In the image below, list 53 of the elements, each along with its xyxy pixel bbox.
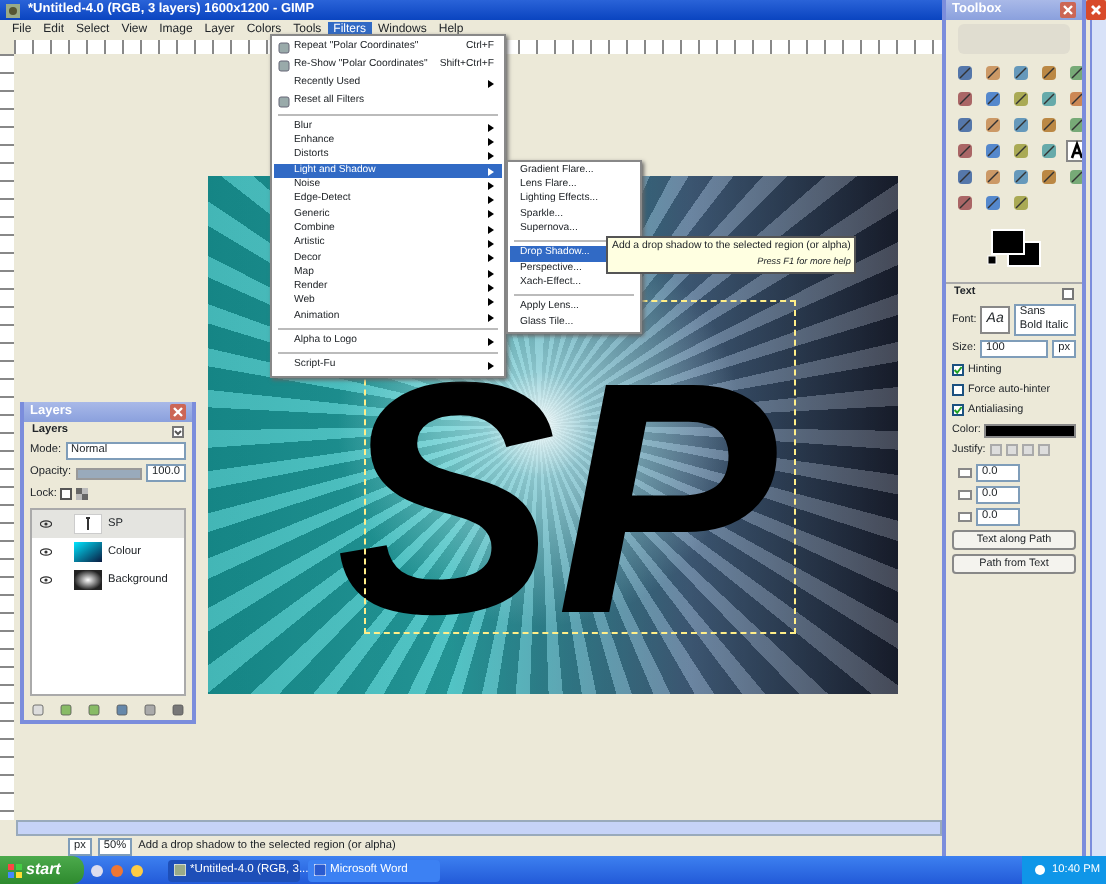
checkbox[interactable]	[952, 404, 964, 417]
filter-icon	[278, 95, 290, 107]
tool-icon[interactable]	[954, 192, 976, 214]
tool-icon[interactable]	[1066, 114, 1082, 136]
tool-icon[interactable]	[1066, 166, 1082, 188]
windows-logo-icon	[8, 863, 22, 877]
tool-icon[interactable]	[1066, 62, 1082, 84]
close-icon[interactable]	[170, 404, 186, 420]
tool-icon[interactable]	[1010, 114, 1032, 136]
layer-action-icon[interactable]	[144, 704, 156, 716]
layer-thumbnail	[74, 542, 102, 563]
tool-icon[interactable]	[954, 62, 976, 84]
layer-action-icon[interactable]	[172, 704, 184, 716]
tool-icon[interactable]	[1038, 62, 1060, 84]
layer-thumbnail	[74, 570, 102, 591]
tool-icon[interactable]	[1066, 140, 1082, 162]
close-icon[interactable]	[1086, 0, 1106, 20]
tool-icon[interactable]	[1010, 166, 1032, 188]
tool-icon[interactable]	[1038, 114, 1060, 136]
eye-icon[interactable]	[40, 548, 52, 557]
layer-thumbnail	[74, 514, 102, 535]
layer-action-icon[interactable]	[60, 704, 72, 716]
color-button[interactable]	[984, 423, 1076, 438]
menu-icon[interactable]	[1062, 287, 1074, 299]
color-swatches-icon[interactable]	[984, 226, 1044, 270]
app-icon	[314, 864, 326, 876]
start-button[interactable]: start	[0, 856, 84, 884]
app-icon	[174, 864, 186, 876]
app-icon	[6, 3, 20, 17]
tool-icon[interactable]	[982, 192, 1004, 214]
layer-action-icon[interactable]	[116, 704, 128, 716]
tool-icon[interactable]	[1038, 166, 1060, 188]
checkerboard-icon[interactable]	[76, 488, 89, 501]
tray-icon	[1034, 864, 1047, 876]
close-icon[interactable]	[1060, 2, 1076, 18]
tool-icon[interactable]	[982, 88, 1004, 110]
layer-action-icon[interactable]	[32, 704, 44, 716]
tool-icon[interactable]	[1010, 62, 1032, 84]
eye-icon[interactable]	[40, 576, 52, 585]
checkbox-icon[interactable]	[60, 488, 73, 501]
eye-icon[interactable]	[40, 520, 52, 529]
layer-action-icon[interactable]	[88, 704, 100, 716]
tool-icon[interactable]	[954, 114, 976, 136]
tool-icon[interactable]	[954, 166, 976, 188]
tool-icon[interactable]	[982, 140, 1004, 162]
tool-icon[interactable]	[954, 140, 976, 162]
tool-icon[interactable]	[954, 88, 976, 110]
checkbox[interactable]	[952, 364, 964, 377]
tool-icon[interactable]	[1066, 88, 1082, 110]
checkbox[interactable]	[952, 384, 964, 397]
menu-icon[interactable]	[172, 425, 184, 437]
submenu-arrow-icon	[488, 79, 494, 87]
horizontal-scrollbar[interactable]	[16, 820, 942, 836]
